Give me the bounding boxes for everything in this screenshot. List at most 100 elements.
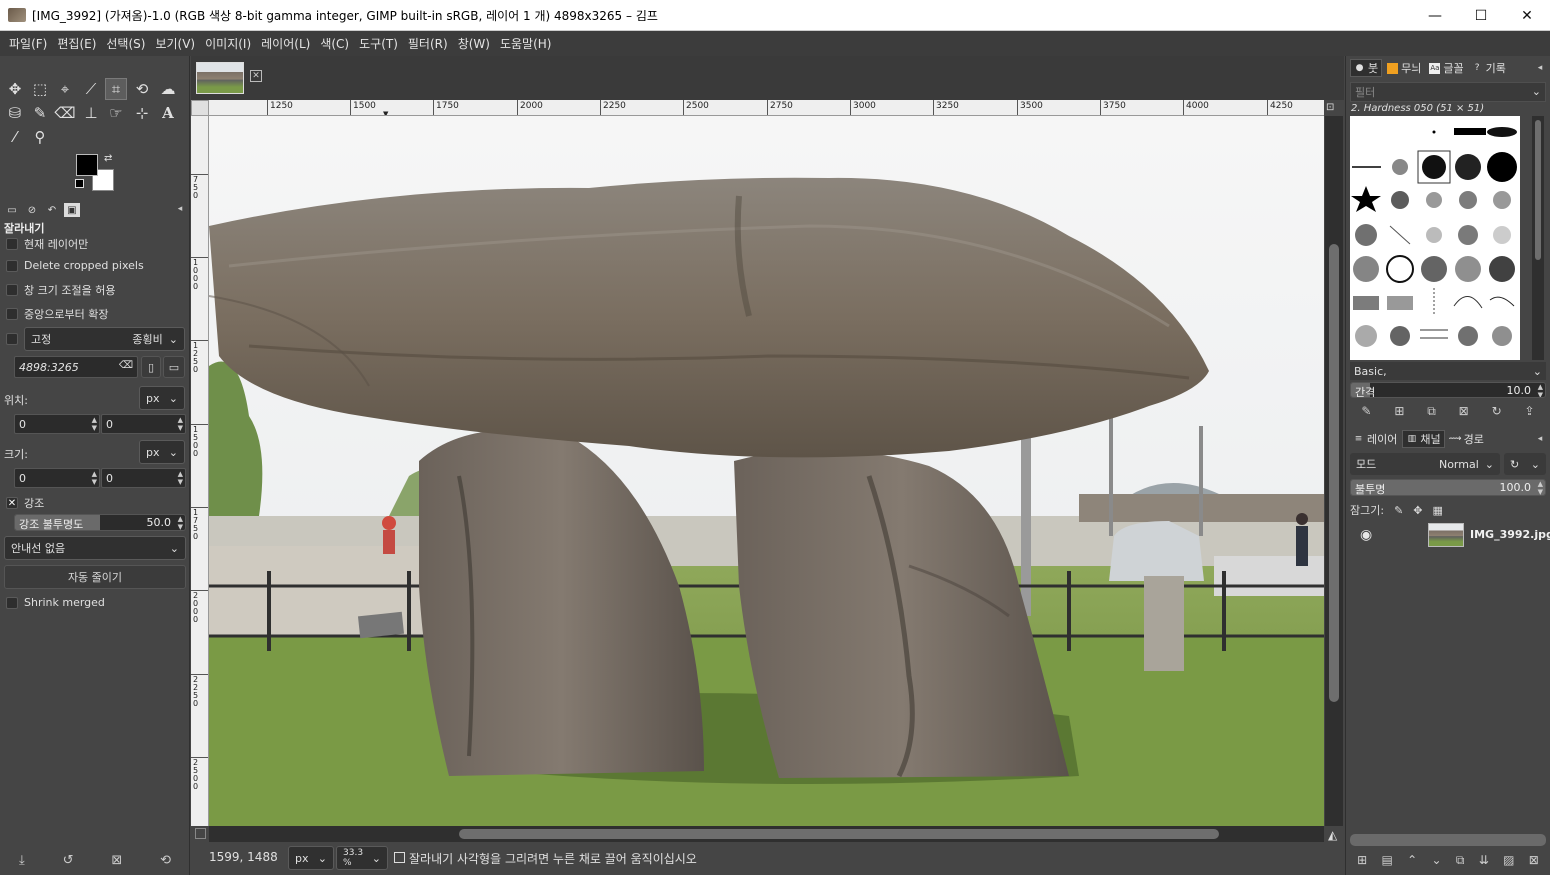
allow-growing-option[interactable]: 창 크기 조절을 허용	[6, 282, 115, 298]
landscape-icon[interactable]: ▭	[163, 356, 185, 378]
raise-layer-icon[interactable]: ⌃	[1407, 853, 1417, 867]
text-tool-icon[interactable]: A	[157, 102, 179, 124]
brush-grid-scroll-thumb[interactable]	[1535, 120, 1541, 260]
tab-paths[interactable]: ⟿ 경로	[1447, 430, 1487, 448]
menu-layer[interactable]: 레이어(L)	[256, 35, 315, 52]
expand-from-center-option[interactable]: 중앙으로부터 확장	[6, 306, 108, 322]
menu-file[interactable]: 파일(F)	[4, 35, 52, 52]
highlight-option[interactable]: ✕ 강조	[6, 495, 44, 511]
paths-tool-icon[interactable]: ⊹	[131, 102, 153, 124]
highlight-checkbox[interactable]: ✕	[6, 497, 18, 509]
menu-tools[interactable]: 도구(T)	[354, 35, 403, 52]
tab-history[interactable]: ? 기록	[1469, 59, 1509, 77]
close-button[interactable]: ✕	[1504, 0, 1550, 31]
size-width-input[interactable]: 0 ▲ ▼	[14, 468, 100, 488]
delete-layer-icon[interactable]: ⊠	[1529, 853, 1539, 867]
maximize-button[interactable]: ☐	[1458, 0, 1504, 31]
vertical-scroll-thumb[interactable]	[1329, 244, 1339, 702]
tab-fonts[interactable]: Aa 글꼴	[1426, 59, 1466, 77]
layer-composite-dropdown[interactable]: ↻ ⌄	[1504, 453, 1546, 475]
size-unit-dropdown[interactable]: px ⌄	[139, 440, 185, 464]
visibility-eye-icon[interactable]: ◉	[1360, 527, 1372, 543]
lock-alpha-icon[interactable]: ▦	[1433, 504, 1443, 517]
layers-horizontal-scrollbar[interactable]	[1350, 834, 1546, 846]
tool-options-menu-icon[interactable]: ◂	[174, 203, 186, 215]
minimize-button[interactable]: —	[1412, 0, 1458, 31]
spin-arrows-icon[interactable]: ▲ ▼	[92, 470, 97, 486]
guides-dropdown[interactable]: 안내선 없음 ⌄	[4, 536, 186, 560]
menu-select[interactable]: 선택(S)	[101, 35, 150, 52]
layer-opacity-slider[interactable]: 불투명 100.0 ▲ ▼	[1350, 479, 1546, 496]
spin-arrows-icon[interactable]: ▲ ▼	[178, 416, 183, 432]
brush-spacing-slider[interactable]: 간격 10.0 ▲ ▼	[1350, 382, 1546, 398]
vertical-scrollbar[interactable]	[1325, 116, 1343, 826]
layer-mode-dropdown[interactable]: 모드 Normal ⌄	[1350, 453, 1500, 475]
new-layer-icon[interactable]: ⊞	[1357, 853, 1367, 867]
spin-arrows-icon[interactable]: ▲ ▼	[92, 416, 97, 432]
horizontal-scroll-thumb[interactable]	[459, 829, 1219, 839]
fuzzy-select-icon[interactable]: ⟋	[80, 78, 102, 100]
fixed-checkbox[interactable]	[6, 333, 18, 345]
device-status-tab-icon[interactable]: ⊘	[24, 203, 40, 217]
expand-from-center-checkbox[interactable]	[6, 308, 18, 320]
delete-options-icon[interactable]: ⊠	[111, 853, 122, 868]
delete-brush-icon[interactable]: ⊠	[1459, 404, 1469, 418]
lower-layer-icon[interactable]: ⌄	[1432, 853, 1442, 867]
duplicate-brush-icon[interactable]: ⧉	[1427, 404, 1436, 419]
layers-menu-icon[interactable]: ◂	[1534, 433, 1546, 445]
ruler-corner[interactable]	[191, 100, 209, 116]
shrink-merged-option[interactable]: Shrink merged	[6, 596, 105, 609]
new-brush-icon[interactable]: ⊞	[1394, 404, 1404, 418]
zoom-dropdown[interactable]: 33.3 % ⌄	[336, 846, 388, 870]
merge-layer-icon[interactable]: ⇊	[1479, 853, 1489, 867]
tab-layers[interactable]: ≡ 레이어	[1350, 430, 1400, 448]
lock-position-icon[interactable]: ✥	[1413, 504, 1422, 517]
spin-arrows-icon[interactable]: ▲ ▼	[1538, 480, 1543, 495]
refresh-brushes-icon[interactable]: ↻	[1492, 404, 1502, 418]
allow-growing-checkbox[interactable]	[6, 284, 18, 296]
reset-colors-icon[interactable]	[75, 179, 84, 188]
color-picker-icon[interactable]: ⁄	[4, 126, 26, 148]
eraser-icon[interactable]: ⌫	[54, 102, 76, 124]
move-tool-icon[interactable]: ✥	[4, 78, 26, 100]
edit-brush-icon[interactable]: ✎	[1361, 404, 1371, 418]
spin-arrows-icon[interactable]: ▲ ▼	[178, 515, 183, 530]
quick-mask-toggle-icon[interactable]	[195, 828, 206, 839]
spin-arrows-icon[interactable]: ▲ ▼	[178, 470, 183, 486]
images-tab-icon[interactable]: ▣	[64, 203, 80, 217]
bucket-fill-icon[interactable]: ⛁	[4, 102, 26, 124]
rect-select-icon[interactable]: ⬚	[29, 78, 51, 100]
menu-colors[interactable]: 색(C)	[315, 35, 354, 52]
paintbrush-icon[interactable]: ✎	[29, 102, 51, 124]
fixed-mode-dropdown[interactable]: 고정 종횡비 ⌄	[24, 327, 185, 351]
zoom-tool-icon[interactable]: ⚲	[29, 126, 51, 148]
navigate-icon[interactable]: ◭	[1328, 828, 1337, 842]
warp-tool-icon[interactable]: ☁	[157, 78, 179, 100]
position-unit-dropdown[interactable]: px ⌄	[139, 386, 185, 410]
tab-brushes[interactable]: ● 붓	[1350, 59, 1383, 77]
brushes-menu-icon[interactable]: ◂	[1534, 62, 1546, 74]
transform-tool-icon[interactable]: ⟲	[131, 78, 153, 100]
layers-list-empty-area[interactable]	[1350, 552, 1546, 834]
layer-item[interactable]: ◉ IMG_3992.jpg	[1350, 520, 1550, 550]
brush-tag-dropdown[interactable]: Basic, ⌄	[1350, 362, 1546, 380]
tab-channels[interactable]: ▥ 채널	[1402, 430, 1445, 448]
zoom-on-resize-icon[interactable]: ⊡	[1326, 102, 1334, 113]
tab-patterns[interactable]: 무늬	[1384, 59, 1424, 77]
delete-cropped-option[interactable]: Delete cropped pixels	[6, 259, 144, 272]
open-brush-as-image-icon[interactable]: ⇪	[1524, 404, 1534, 418]
brush-filter-input[interactable]: 필터 ⌄	[1350, 82, 1546, 102]
horizontal-scrollbar[interactable]	[209, 826, 1324, 842]
smudge-tool-icon[interactable]: ☞	[105, 102, 127, 124]
auto-shrink-button[interactable]: 자동 줄이기	[4, 565, 186, 589]
unit-dropdown[interactable]: px ⌄	[288, 846, 334, 870]
undo-history-tab-icon[interactable]: ↶	[44, 203, 60, 217]
menu-image[interactable]: 이미지(I)	[200, 35, 256, 52]
current-layer-only-checkbox[interactable]	[6, 238, 18, 250]
highlight-opacity-slider[interactable]: 강조 불투명도 50.0 ▲ ▼	[14, 514, 186, 531]
menu-help[interactable]: 도움말(H)	[495, 35, 557, 52]
size-height-input[interactable]: 0 ▲ ▼	[101, 468, 186, 488]
shrink-merged-checkbox[interactable]	[6, 596, 18, 609]
menu-windows[interactable]: 창(W)	[453, 35, 495, 52]
restore-options-icon[interactable]: ↺	[63, 853, 74, 868]
